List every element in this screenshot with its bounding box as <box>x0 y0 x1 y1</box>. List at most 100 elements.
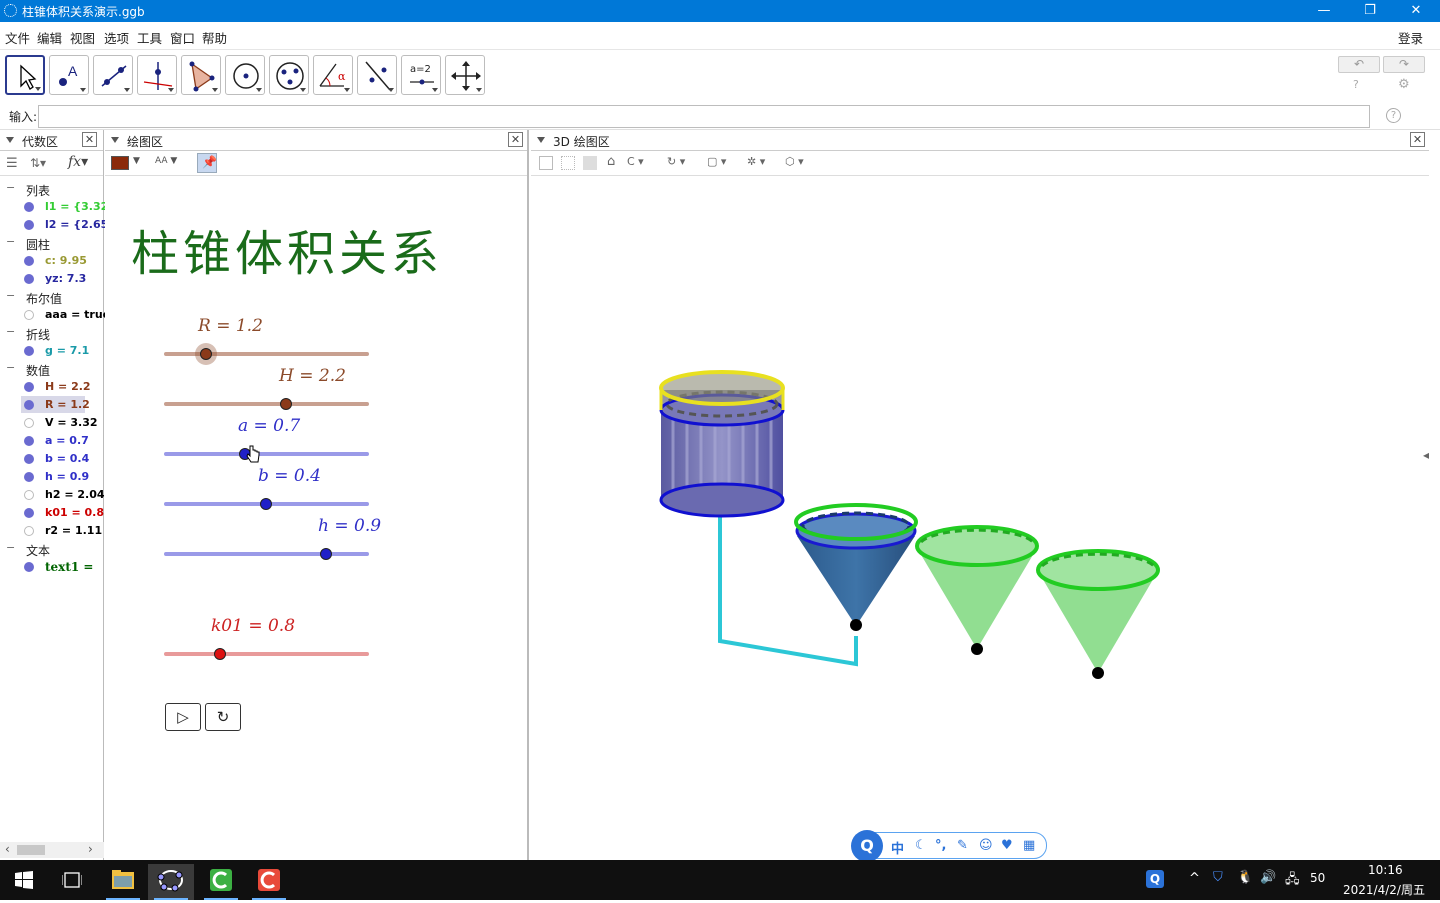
pin-icon[interactable]: 📌 <box>197 153 217 173</box>
polygon-tool-button[interactable] <box>181 55 221 95</box>
line-tool-button[interactable] <box>93 55 133 95</box>
slider-H-knob[interactable] <box>280 398 292 410</box>
dropdown-arrow-icon[interactable]: ▼ <box>133 156 140 166</box>
slider-a-track[interactable] <box>164 452 369 456</box>
menu-window[interactable]: 窗口 <box>170 28 195 47</box>
ime-logo-icon[interactable]: Q <box>851 830 883 862</box>
menu-file[interactable]: 文件 <box>5 28 30 47</box>
ime-punct-icon[interactable]: °, <box>935 838 946 853</box>
windows-start-icon[interactable] <box>15 871 33 889</box>
circle-tool-button[interactable] <box>225 55 265 95</box>
plane-toggle-icon[interactable] <box>583 156 597 170</box>
algebra-item-b[interactable]: b = 0.4 <box>45 452 89 465</box>
slider-h-knob[interactable] <box>320 548 332 560</box>
reset-button[interactable]: ↻ <box>205 703 241 731</box>
visibility-dot-hidden[interactable] <box>24 490 34 500</box>
input-help-icon[interactable]: ? <box>1386 108 1401 123</box>
battery-indicator[interactable]: 50 <box>1310 871 1325 885</box>
geogebra-taskbar-icon[interactable] <box>148 864 194 900</box>
algebra-item-g[interactable]: g = 7.1 <box>45 344 89 357</box>
reflect-tool-button[interactable] <box>357 55 397 95</box>
algebra-item-h2[interactable]: h2 = 2.04 <box>45 488 105 501</box>
clipping-icon[interactable]: C ▾ <box>627 155 644 168</box>
security-shield-icon[interactable]: ⛉ <box>1213 870 1223 885</box>
camtasia-red-taskbar-icon[interactable] <box>246 864 292 900</box>
clock-time[interactable]: 10:16 <box>1368 863 1403 877</box>
home-icon[interactable]: ⌂ <box>607 154 615 169</box>
algebra-item-R[interactable]: R = 1.2 <box>45 398 90 411</box>
algebra-item-h[interactable]: h = 0.9 <box>45 470 89 483</box>
grid-toggle-icon[interactable] <box>561 156 575 170</box>
ime-moon-icon[interactable]: ☾ <box>915 838 927 853</box>
projection-icon[interactable]: ⬡ ▾ <box>785 155 804 168</box>
qq-tray-icon[interactable]: 🐧 <box>1237 870 1253 885</box>
slider-tool-button[interactable]: a=2 <box>401 55 441 95</box>
settings-gear-icon[interactable]: ⚙ <box>1398 77 1410 92</box>
horizontal-scrollbar[interactable]: ‹ › <box>0 842 104 858</box>
collapse-triangle-icon[interactable] <box>111 137 119 143</box>
visibility-dot[interactable] <box>24 508 34 518</box>
algebra-item-a[interactable]: a = 0.7 <box>45 434 89 447</box>
visibility-dot[interactable] <box>24 256 34 266</box>
visibility-dot[interactable] <box>24 346 34 356</box>
visibility-dot[interactable] <box>24 562 34 572</box>
menu-edit[interactable]: 编辑 <box>37 28 62 47</box>
login-link[interactable]: 登录 <box>1398 28 1423 47</box>
scroll-left-icon[interactable]: ‹ <box>5 842 10 856</box>
slider-H-track[interactable] <box>164 402 369 406</box>
visibility-dot[interactable] <box>24 472 34 482</box>
slider-k01-knob[interactable] <box>214 648 226 660</box>
show-hidden-icons-icon[interactable]: ^ <box>1189 871 1200 886</box>
algebra-item-k01[interactable]: k01 = 0.8 <box>45 506 104 519</box>
algebra-item-r2[interactable]: r2 = 1.11 <box>45 524 102 537</box>
volume-icon[interactable]: 🔊 <box>1260 870 1276 885</box>
undo-button[interactable]: ↶ <box>1338 56 1380 73</box>
rotate-icon[interactable]: ↻ ▾ <box>667 155 685 168</box>
algebra-item-H[interactable]: H = 2.2 <box>45 380 91 393</box>
menu-help[interactable]: 帮助 <box>202 28 227 47</box>
color-swatch[interactable] <box>111 156 129 170</box>
network-icon[interactable]: 🖧 <box>1285 870 1300 892</box>
menu-options[interactable]: 选项 <box>104 28 129 47</box>
scrollbar-thumb[interactable] <box>17 845 45 855</box>
menu-lines-icon[interactable]: ☰ <box>6 156 18 171</box>
ime-emoji-icon[interactable]: ☺ <box>979 838 993 853</box>
task-view-icon[interactable] <box>62 871 82 889</box>
algebra-item-l1[interactable]: l1 = {3.32, <box>45 200 112 213</box>
view-direction-icon[interactable]: ▢ ▾ <box>707 155 726 168</box>
visibility-dot-hidden[interactable] <box>24 526 34 536</box>
close-graphics-icon[interactable]: ✕ <box>508 132 523 147</box>
visibility-dot[interactable] <box>24 400 34 410</box>
algebra-item-c[interactable]: c: 9.95 <box>45 254 87 267</box>
clock-date[interactable]: 2021/4/2/周五 <box>1343 881 1425 898</box>
point-tool-button[interactable]: A <box>49 55 89 95</box>
algebra-item-aaa[interactable]: aaa = true <box>45 308 110 321</box>
ime-tray-icon[interactable]: Q <box>1146 870 1164 888</box>
visibility-dot[interactable] <box>24 454 34 464</box>
visibility-dot-hidden[interactable] <box>24 310 34 320</box>
perpendicular-tool-button[interactable] <box>137 55 177 95</box>
axes-toggle-icon[interactable] <box>539 156 553 170</box>
visibility-dot[interactable] <box>24 220 34 230</box>
help-icon[interactable]: ? <box>1353 78 1359 91</box>
minimize-icon[interactable]: — <box>1301 0 1347 22</box>
move-graphics-tool-button[interactable] <box>445 55 485 95</box>
visibility-dot[interactable] <box>24 274 34 284</box>
sort-icon[interactable]: ⇅▾ <box>30 156 46 170</box>
slider-b-knob[interactable] <box>260 498 272 510</box>
text-size-icon[interactable]: AA ▼ <box>155 156 177 166</box>
redo-button[interactable]: ↷ <box>1383 56 1425 73</box>
ime-wrench-icon[interactable]: ✎ <box>957 838 968 853</box>
file-explorer-taskbar-icon[interactable] <box>100 864 146 900</box>
ime-skin-icon[interactable]: ♥ <box>1001 838 1013 853</box>
slider-R-knob[interactable] <box>200 348 212 360</box>
scroll-right-icon[interactable]: › <box>88 842 93 856</box>
collapse-triangle-icon[interactable] <box>537 137 545 143</box>
close-algebra-icon[interactable]: ✕ <box>82 132 97 147</box>
visibility-dot[interactable] <box>24 202 34 212</box>
point-capture-icon[interactable]: ✲ ▾ <box>747 155 765 168</box>
close-icon[interactable]: ✕ <box>1393 0 1439 22</box>
ime-toolbar[interactable]: Q 中 ☾ °, ✎ ☺ ♥ ▦ <box>852 832 1047 859</box>
visibility-dot[interactable] <box>24 382 34 392</box>
play-button[interactable]: ▷ <box>165 703 201 731</box>
